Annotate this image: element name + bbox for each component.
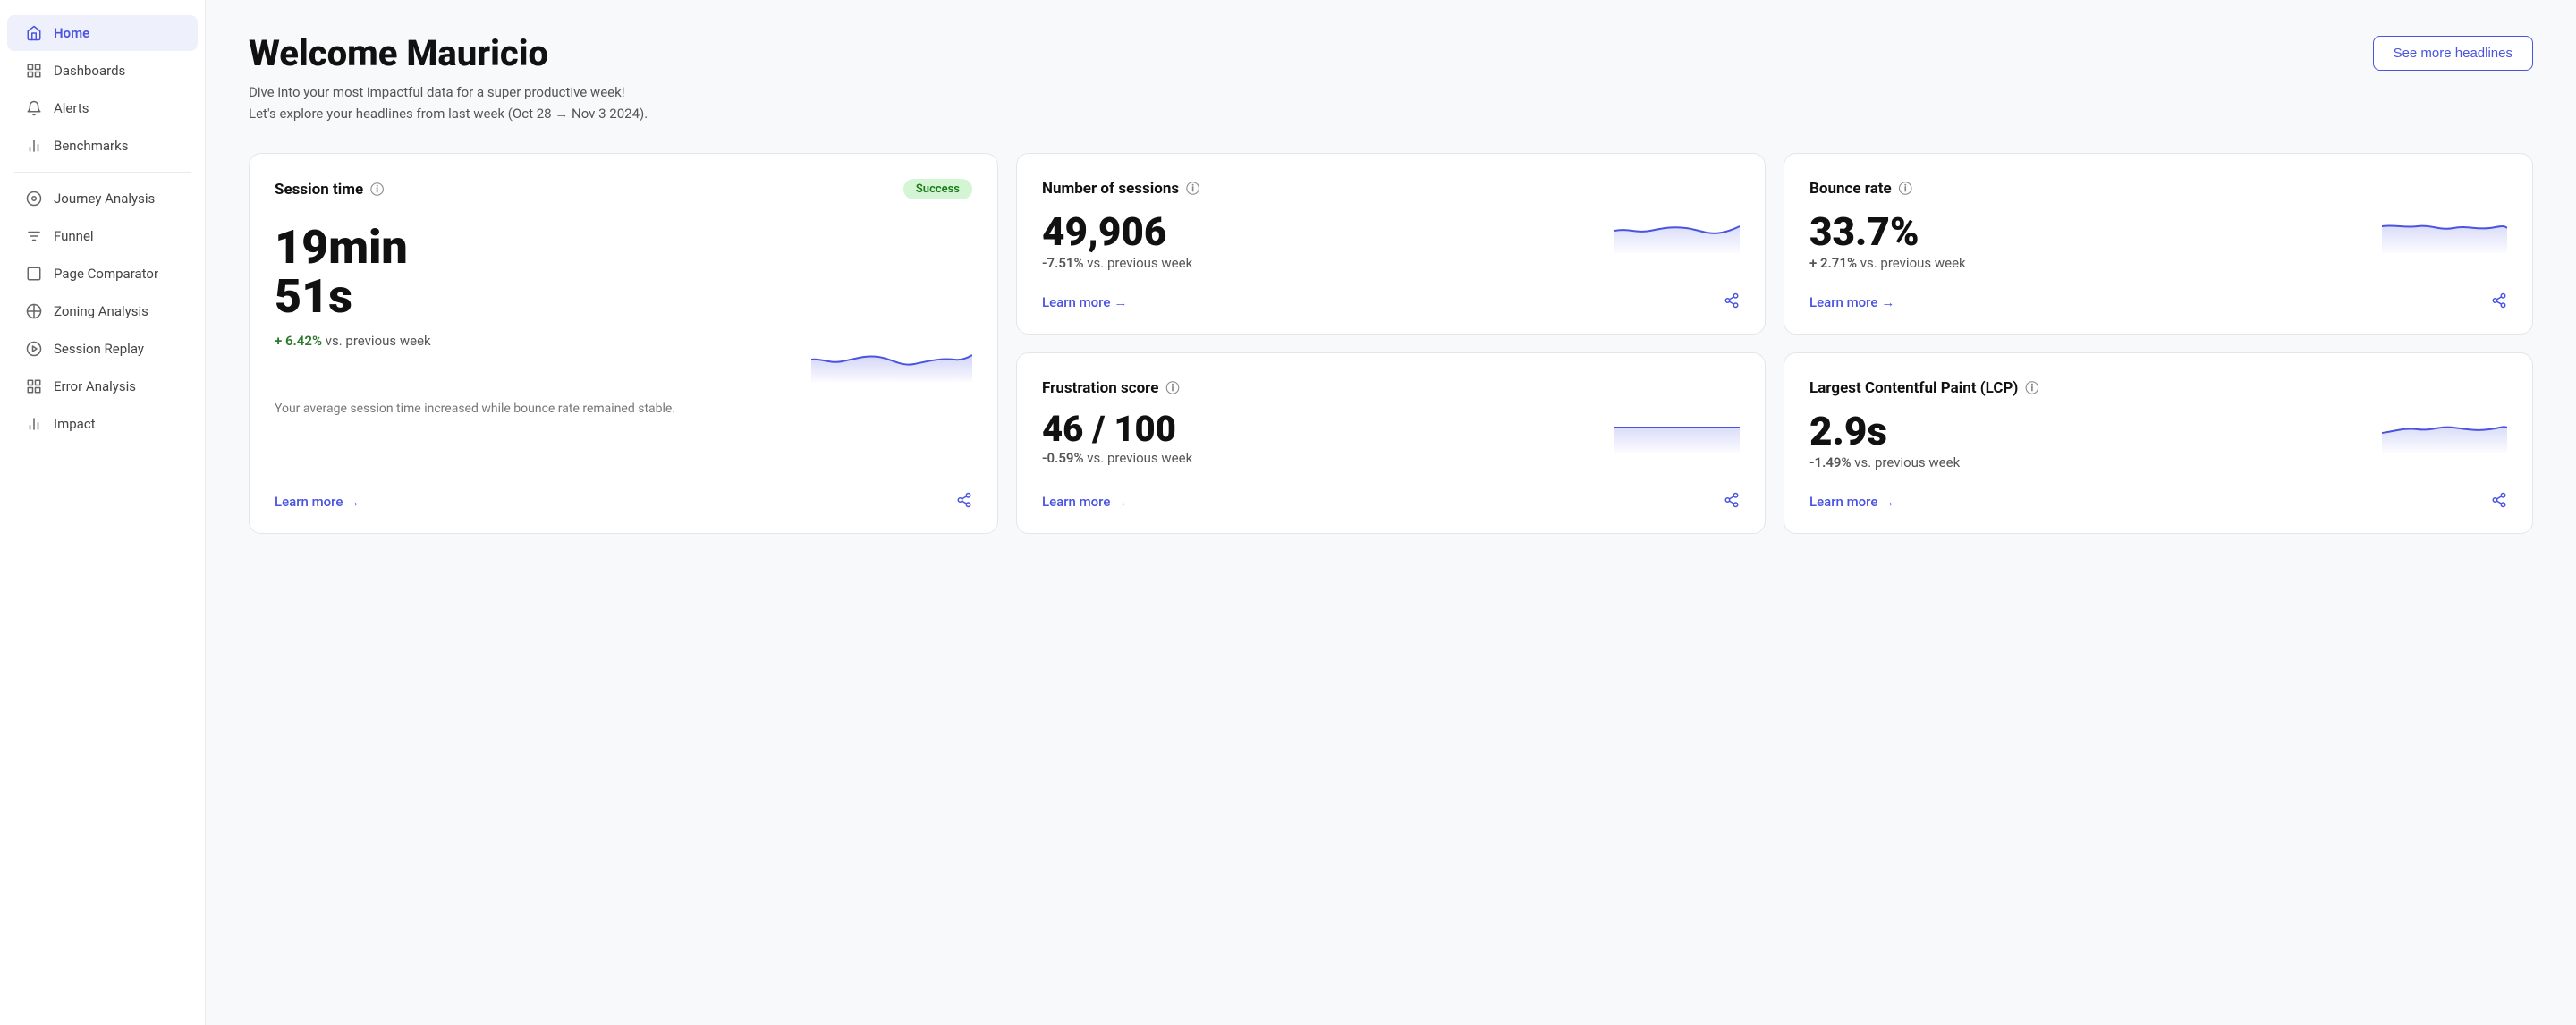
lcp-share-icon[interactable] (2491, 492, 2507, 512)
sidebar-item-impact-label: Impact (54, 416, 96, 432)
sessions-share-icon[interactable] (1724, 292, 1740, 312)
card-session-time: Session time ⓘ Success 19min 51s + 6.42%… (249, 153, 998, 534)
frustration-title: Frustration score (1042, 379, 1158, 397)
sidebar-item-alerts-label: Alerts (54, 100, 89, 116)
lcp-footer: Learn more → (1809, 474, 2507, 512)
sidebar-item-alerts[interactable]: Alerts (7, 90, 198, 126)
frustration-value: 46 / 100 (1042, 408, 1192, 450)
sessions-sparkline (1614, 208, 1740, 253)
sidebar-item-home-label: Home (54, 25, 89, 41)
bounce-share-icon[interactable] (2491, 292, 2507, 312)
card-bounce-rate: Bounce rate ⓘ 33.7% + 2.71% vs. previous… (1784, 153, 2533, 335)
sessions-info-icon[interactable]: ⓘ (1186, 179, 1199, 198)
sidebar: Home Dashboards Alerts Benchmarks (0, 0, 206, 1025)
sidebar-item-session-replay[interactable]: Session Replay (7, 331, 198, 367)
session-time-sparkline (811, 333, 972, 382)
card-lcp: Largest Contentful Paint (LCP) ⓘ 2.9s -1… (1784, 352, 2533, 534)
sidebar-item-dashboards-label: Dashboards (54, 63, 125, 79)
lcp-learn-more[interactable]: Learn more → (1809, 494, 1894, 510)
sidebar-item-benchmarks[interactable]: Benchmarks (7, 128, 198, 164)
session-replay-icon (25, 340, 43, 358)
sessions-learn-more[interactable]: Learn more → (1042, 294, 1127, 310)
lcp-change: -1.49% vs. previous week (1809, 454, 1960, 470)
sessions-change: -7.51% vs. previous week (1042, 255, 1192, 271)
frustration-info-icon[interactable]: ⓘ (1165, 378, 1179, 397)
bounce-change: + 2.71% vs. previous week (1809, 255, 1966, 271)
frustration-share-icon[interactable] (1724, 492, 1740, 512)
card-frustration-score: Frustration score ⓘ 46 / 100 -0.59% vs. … (1016, 352, 1766, 534)
see-more-headlines-button[interactable]: See more headlines (2373, 36, 2533, 71)
sidebar-item-session-replay-label: Session Replay (54, 341, 144, 357)
session-time-footer: Learn more → (275, 474, 972, 512)
bounce-value: 33.7% (1809, 208, 1966, 255)
page-header: Welcome Mauricio Dive into your most imp… (249, 32, 2533, 124)
sidebar-item-funnel[interactable]: Funnel (7, 218, 198, 254)
session-time-info-icon[interactable]: ⓘ (370, 180, 384, 199)
card-number-of-sessions: Number of sessions ⓘ 49,906 -7.51% vs. p… (1016, 153, 1766, 335)
sidebar-item-benchmarks-label: Benchmarks (54, 138, 128, 154)
bounce-learn-more[interactable]: Learn more → (1809, 294, 1894, 310)
sidebar-item-page-comparator-label: Page Comparator (54, 266, 158, 282)
zoning-icon (25, 302, 43, 320)
sidebar-item-zoning-analysis[interactable]: Zoning Analysis (7, 293, 198, 329)
bounce-info-icon[interactable]: ⓘ (1899, 179, 1912, 198)
sidebar-item-error-analysis[interactable]: Error Analysis (7, 368, 198, 404)
impact-icon (25, 415, 43, 433)
home-icon (25, 24, 43, 42)
header-left: Welcome Mauricio Dive into your most imp… (249, 32, 648, 124)
sidebar-item-error-analysis-label: Error Analysis (54, 378, 136, 394)
sidebar-item-funnel-label: Funnel (54, 228, 94, 244)
bell-icon (25, 99, 43, 117)
header-subtitle: Dive into your most impactful data for a… (249, 81, 648, 124)
session-time-change: + 6.42% vs. previous week (275, 333, 431, 349)
benchmarks-icon (25, 137, 43, 155)
session-time-badge: Success (903, 179, 972, 199)
page-comparator-icon (25, 265, 43, 283)
session-time-value2: 51s (275, 271, 972, 322)
sidebar-item-page-comparator[interactable]: Page Comparator (7, 256, 198, 292)
journey-icon (25, 190, 43, 208)
main-content: Welcome Mauricio Dive into your most imp… (206, 0, 2576, 1025)
cards-grid: Session time ⓘ Success 19min 51s + 6.42%… (249, 153, 2533, 534)
session-time-value1: 19min (275, 224, 972, 271)
frustration-sparkline (1614, 408, 1740, 453)
sessions-footer: Learn more → (1042, 275, 1740, 312)
sessions-title: Number of sessions (1042, 180, 1179, 198)
sessions-value: 49,906 (1042, 208, 1192, 255)
lcp-info-icon[interactable]: ⓘ (2025, 378, 2038, 397)
session-time-description: Your average session time increased whil… (275, 400, 972, 419)
lcp-title: Largest Contentful Paint (LCP) (1809, 379, 2018, 397)
bounce-sparkline (2382, 208, 2507, 253)
session-time-share-icon[interactable] (956, 492, 972, 512)
funnel-icon (25, 227, 43, 245)
sidebar-item-dashboards[interactable]: Dashboards (7, 53, 198, 89)
session-time-learn-more[interactable]: Learn more → (275, 494, 360, 510)
grid-icon (25, 62, 43, 80)
session-time-title: Session time (275, 181, 363, 199)
sidebar-item-impact[interactable]: Impact (7, 406, 198, 442)
error-analysis-icon (25, 377, 43, 395)
lcp-value: 2.9s (1809, 408, 1960, 454)
frustration-change: -0.59% vs. previous week (1042, 450, 1192, 466)
sidebar-divider-1 (14, 172, 191, 173)
frustration-footer: Learn more → (1042, 474, 1740, 512)
sidebar-item-journey-analysis[interactable]: Journey Analysis (7, 181, 198, 216)
page-title: Welcome Mauricio (249, 32, 648, 74)
bounce-title: Bounce rate (1809, 180, 1892, 198)
sidebar-item-home[interactable]: Home (7, 15, 198, 51)
bounce-footer: Learn more → (1809, 275, 2507, 312)
sidebar-item-zoning-label: Zoning Analysis (54, 303, 148, 319)
lcp-sparkline (2382, 408, 2507, 453)
frustration-learn-more[interactable]: Learn more → (1042, 494, 1127, 510)
sidebar-item-journey-label: Journey Analysis (54, 191, 155, 207)
